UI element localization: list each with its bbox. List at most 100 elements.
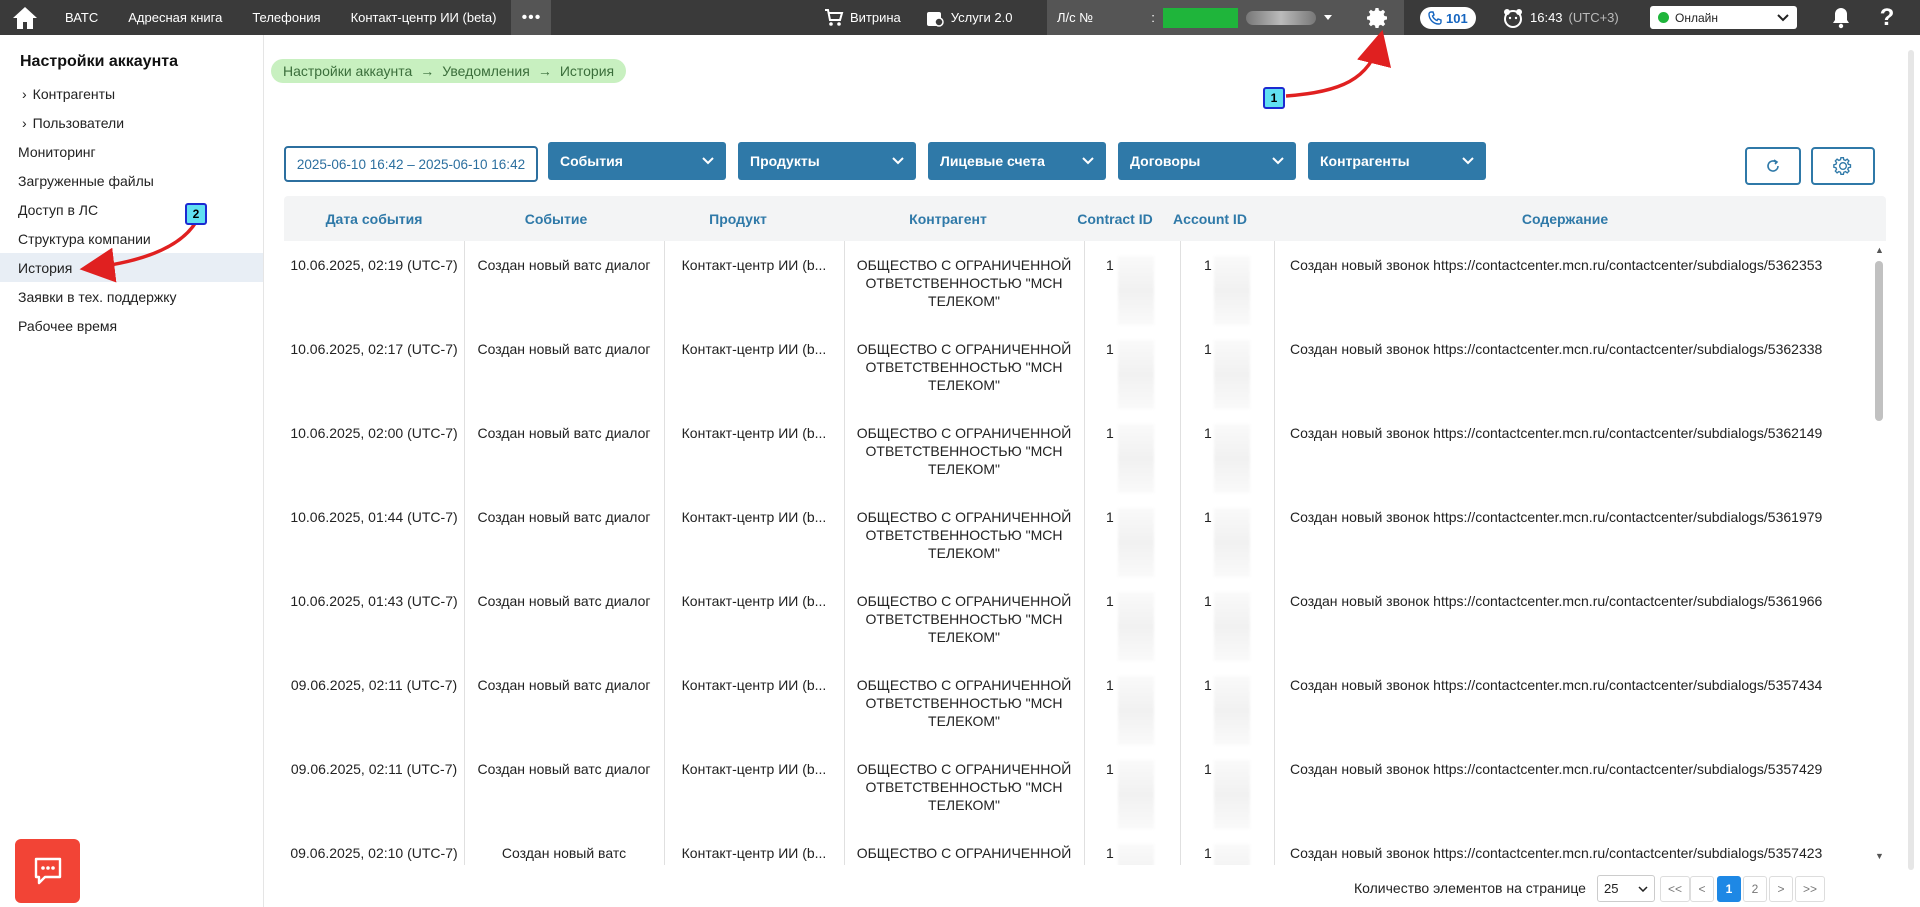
sidebar-item-monitoring[interactable]: Мониторинг: [0, 137, 263, 166]
cell-content: Создан новый звонок https://contactcente…: [1290, 845, 1823, 861]
scroll-up-icon[interactable]: ▲: [1875, 245, 1884, 255]
sidebar-item-uploaded-files[interactable]: Загруженные файлы: [0, 166, 263, 195]
gear-icon: [1833, 157, 1852, 175]
redacted-id: [1118, 256, 1154, 325]
table-row[interactable]: 10.06.2025, 02:17 (UTC-7) Создан новый ва…: [284, 325, 1886, 409]
phone-icon: [1428, 11, 1442, 25]
sidebar-item-company-structure[interactable]: Структура компании: [0, 224, 263, 253]
home-icon[interactable]: [0, 0, 50, 35]
filter-accounts[interactable]: Лицевые счета: [928, 142, 1106, 180]
cell-product: Контакт-центр ИИ (b...: [681, 845, 827, 861]
settings-gear-button[interactable]: [1352, 0, 1404, 35]
cell-event: Создан новый ватс диалог: [477, 593, 651, 609]
account-name-redacted: [1245, 10, 1316, 25]
col-account-id[interactable]: Account ID: [1162, 196, 1258, 241]
phone-count: 101: [1446, 10, 1468, 26]
clock-timezone: (UTC+3): [1568, 10, 1619, 25]
filter-events[interactable]: События: [548, 142, 726, 180]
col-content[interactable]: Содержание: [1258, 196, 1872, 241]
chat-support-button[interactable]: [15, 839, 80, 903]
help-button[interactable]: ?: [1872, 0, 1902, 35]
filter-label: События: [560, 153, 623, 169]
status-select[interactable]: Онлайн: [1650, 6, 1797, 29]
chevron-right-icon: ›: [22, 114, 27, 131]
account-label: Л/с №: [1057, 10, 1094, 25]
page-first-button[interactable]: <<: [1660, 876, 1690, 902]
page-prev-button[interactable]: <: [1690, 876, 1714, 902]
chevron-down-icon: [1777, 13, 1789, 21]
history-table: Дата события Событие Продукт Контрагент …: [284, 196, 1886, 865]
annotation-marker-1: 1: [1263, 87, 1285, 109]
scroll-down-icon[interactable]: ▼: [1875, 851, 1884, 861]
cell-product: Контакт-центр ИИ (b...: [681, 509, 827, 525]
filter-contracts[interactable]: Договоры: [1118, 142, 1296, 180]
nav-address-book[interactable]: Адресная книга: [113, 0, 237, 35]
table-row[interactable]: 09.06.2025, 02:10 (UTC-7) Создан новый ва…: [284, 829, 1886, 865]
table-row[interactable]: 09.06.2025, 02:11 (UTC-7) Создан новый ва…: [284, 661, 1886, 745]
cell-content: Создан новый звонок https://contactcente…: [1290, 677, 1823, 693]
services-link[interactable]: Услуги 2.0: [913, 0, 1025, 35]
table-settings-button[interactable]: [1811, 147, 1875, 185]
nav-contact-center[interactable]: Контакт-центр ИИ (beta): [336, 0, 512, 35]
table-scrollbar[interactable]: ▲ ▼: [1872, 241, 1886, 865]
col-event[interactable]: Событие: [464, 196, 648, 241]
page-2-button[interactable]: 2: [1743, 876, 1767, 902]
nav-telephony[interactable]: Телефония: [237, 0, 335, 35]
redacted-id: [1118, 340, 1154, 409]
filter-products[interactable]: Продукты: [738, 142, 916, 180]
page-last-button[interactable]: >>: [1795, 876, 1825, 902]
cell-date: 09.06.2025, 02:11 (UTC-7): [290, 677, 458, 693]
more-menu-button[interactable]: •••: [511, 0, 552, 35]
scrollbar-thumb[interactable]: [1875, 261, 1883, 421]
sidebar-item-users[interactable]: › Пользователи: [0, 108, 263, 137]
sidebar-item-working-hours[interactable]: Рабочее время: [0, 311, 263, 340]
col-contractor[interactable]: Контрагент: [828, 196, 1068, 241]
sidebar-item-access[interactable]: Доступ в ЛС: [0, 195, 263, 224]
cell-product: Контакт-центр ИИ (b...: [681, 425, 827, 441]
cell-event: Создан новый ватс диалог: [477, 761, 651, 777]
redacted-id: [1214, 340, 1250, 409]
vitrina-link[interactable]: Витрина: [812, 0, 913, 35]
table-row[interactable]: 09.06.2025, 02:11 (UTC-7) Создан новый ва…: [284, 745, 1886, 829]
cell-product: Контакт-центр ИИ (b...: [681, 593, 827, 609]
date-range-input[interactable]: 2025-06-10 16:42 – 2025-06-10 16:42: [284, 146, 538, 182]
online-dot-icon: [1658, 12, 1669, 23]
notifications-button[interactable]: [1826, 0, 1856, 35]
gear-icon: [1367, 7, 1387, 28]
services-icon: [926, 11, 944, 27]
sidebar-item-contractors[interactable]: › Контрагенты: [0, 79, 263, 108]
chevron-down-icon: [1082, 157, 1094, 165]
redacted-id: [1118, 508, 1154, 577]
cell-event: Создан новый ватс диалог: [477, 677, 651, 693]
account-selector[interactable]: Л/с № :: [1047, 0, 1372, 35]
topbar-right-links: Витрина Услуги 2.0: [812, 0, 1024, 35]
refresh-button[interactable]: [1745, 147, 1801, 185]
cell-product: Контакт-центр ИИ (b...: [681, 257, 827, 273]
table-row[interactable]: 10.06.2025, 02:00 (UTC-7) Создан новый ва…: [284, 409, 1886, 493]
bear-icon: [1504, 8, 1522, 28]
table-row[interactable]: 10.06.2025, 01:44 (UTC-7) Создан новый ва…: [284, 493, 1886, 577]
filter-contractors[interactable]: Контрагенты: [1308, 142, 1486, 180]
sidebar-item-history[interactable]: История: [0, 253, 263, 282]
sidebar-item-support-tickets[interactable]: Заявки в тех. поддержку: [0, 282, 263, 311]
breadcrumb-item[interactable]: Уведомления: [442, 63, 530, 79]
phone-lines-badge[interactable]: 101: [1420, 7, 1476, 29]
nav-vats[interactable]: ВАТС: [50, 0, 113, 35]
col-date[interactable]: Дата события: [284, 196, 464, 241]
breadcrumb-item[interactable]: Настройки аккаунта: [283, 63, 412, 79]
table-row[interactable]: 10.06.2025, 01:43 (UTC-7) Создан новый ва…: [284, 577, 1886, 661]
col-product[interactable]: Продукт: [648, 196, 828, 241]
table-row[interactable]: 10.06.2025, 02:19 (UTC-7) Создан новый ва…: [284, 241, 1886, 325]
page-next-button[interactable]: >: [1769, 876, 1793, 902]
page-scrollbar[interactable]: [1906, 50, 1916, 870]
redacted-id: [1118, 424, 1154, 493]
filter-label: Контрагенты: [1320, 153, 1410, 169]
col-contract-id[interactable]: Contract ID: [1068, 196, 1162, 241]
page-scrollbar-thumb[interactable]: [1908, 50, 1914, 870]
page-size-select[interactable]: 25: [1597, 875, 1655, 902]
page-1-button[interactable]: 1: [1717, 876, 1741, 902]
account-number-redacted: [1162, 7, 1238, 28]
cell-party: ОБЩЕСТВО С ОГРАНИЧЕННОЙ ОТВЕТСТВЕННОСТЬЮ…: [856, 677, 1072, 729]
page-size-value: 25: [1604, 881, 1619, 896]
account-separator: :: [1151, 10, 1155, 25]
